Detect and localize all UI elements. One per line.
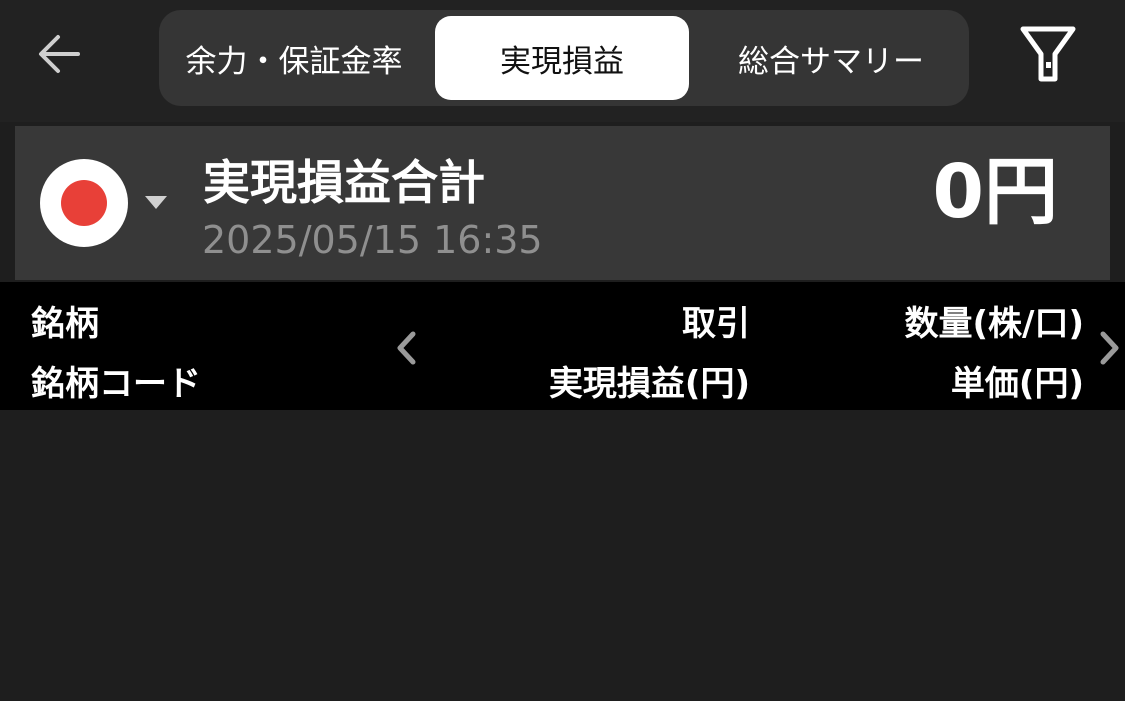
tab-bar: 余力・保証金率 実現損益 総合サマリー bbox=[159, 10, 969, 106]
tab-realized-pl[interactable]: 実現損益 bbox=[435, 16, 689, 100]
caret-down-icon[interactable] bbox=[145, 196, 167, 210]
tab-overall-summary[interactable]: 総合サマリー bbox=[699, 16, 963, 100]
column-header-quantity: 数量(株/口) bbox=[904, 304, 1085, 344]
summary-total-value: 0円 bbox=[932, 149, 1059, 235]
japan-flag-icon[interactable] bbox=[40, 159, 128, 247]
prev-columns-button[interactable] bbox=[392, 328, 422, 368]
flag-sun bbox=[61, 180, 107, 226]
summary-datetime: 2025/05/15 16:35 bbox=[202, 218, 543, 262]
top-bar: 余力・保証金率 実現損益 総合サマリー bbox=[0, 0, 1125, 122]
back-arrow-icon bbox=[39, 35, 80, 73]
realized-pl-summary: 実現損益合計 2025/05/15 16:35 0円 bbox=[15, 126, 1110, 280]
filter-icon bbox=[1020, 26, 1076, 82]
back-button[interactable] bbox=[30, 24, 90, 84]
filter-button[interactable] bbox=[1016, 22, 1080, 88]
tab-margin-ratio[interactable]: 余力・保証金率 bbox=[163, 16, 425, 100]
column-header-realized-pl: 実現損益(円) bbox=[548, 364, 750, 404]
column-header-code: 銘柄コード bbox=[31, 364, 201, 404]
chevron-right-icon bbox=[1100, 331, 1119, 365]
column-header-unit-price: 単価(円) bbox=[950, 364, 1084, 404]
results-list bbox=[0, 410, 1125, 701]
column-header-name: 銘柄 bbox=[31, 304, 99, 344]
summary-title: 実現損益合計 bbox=[203, 156, 485, 211]
table-header: 銘柄 銘柄コード 取引 実現損益(円) 数量(株/口) 単価(円) bbox=[0, 282, 1125, 410]
next-columns-button[interactable] bbox=[1094, 328, 1124, 368]
column-header-trade: 取引 bbox=[682, 304, 750, 344]
chevron-left-icon bbox=[397, 331, 416, 365]
